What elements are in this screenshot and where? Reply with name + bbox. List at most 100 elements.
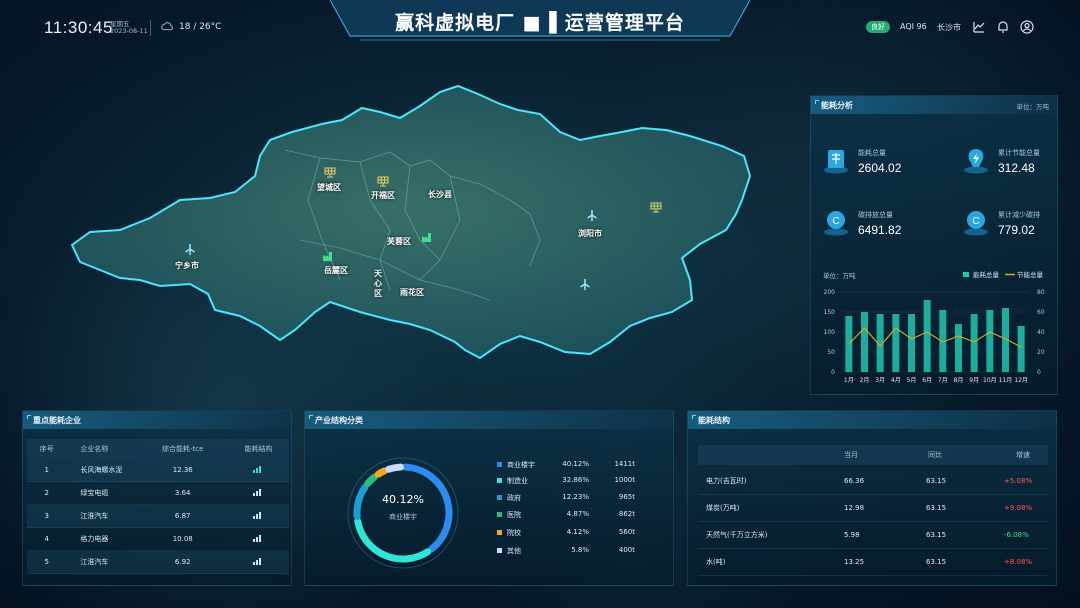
- map-label-tianxin[interactable]: 天心区: [374, 269, 384, 299]
- bar: [845, 316, 853, 372]
- column-header: 综合能耗-tce: [161, 445, 204, 453]
- donut-center-label: 商业楼宇: [389, 513, 417, 521]
- table-row[interactable]: 1 长风海螺水泥 12.36: [27, 459, 289, 482]
- bar-chart-icon[interactable]: [253, 488, 263, 496]
- table-row[interactable]: 5 江淮汽车 6.92: [27, 551, 289, 574]
- map-label-changsha-county[interactable]: 长沙县: [428, 189, 452, 200]
- map-label-liuyang[interactable]: 浏阳市: [578, 228, 602, 239]
- table-row[interactable]: 3 江淮汽车 6.87: [27, 505, 289, 528]
- legend-item[interactable]: 商业楼宇 40.12% 1411t: [497, 459, 647, 471]
- user-icon[interactable]: [1020, 20, 1034, 34]
- table-row[interactable]: 水(吨) 13.25 63.15 +8.08%: [698, 549, 1048, 576]
- bar-chart-icon[interactable]: [253, 511, 263, 519]
- legend-label: 能耗总量: [973, 270, 1000, 279]
- column-header: 企业名称: [80, 445, 109, 453]
- donut-slice[interactable]: [374, 467, 388, 478]
- legend-value: 1411t: [614, 460, 635, 468]
- stat-label: 碳排放总量: [858, 211, 893, 219]
- enterprise-value: 6.87: [174, 512, 191, 520]
- donut-slice[interactable]: [385, 463, 405, 473]
- legend-item[interactable]: 制造业 32.86% 1000t: [497, 475, 647, 487]
- panel-header: 能耗分析 单位：万吨: [811, 96, 1057, 114]
- current-value: 5.98: [844, 531, 860, 539]
- column-header: 序号: [39, 445, 54, 453]
- wind-turbine-icon[interactable]: [183, 242, 197, 256]
- legend-item[interactable]: 政府 12.23% 965t: [497, 492, 647, 504]
- table-row[interactable]: 2 绿宝电缆 3.64: [27, 482, 289, 505]
- bar-chart-icon[interactable]: [253, 465, 263, 473]
- building-icon: [824, 150, 848, 174]
- y-tick-label: 100: [824, 329, 836, 336]
- legend-item[interactable]: 院校 4.12% 560t: [497, 527, 647, 539]
- wind-turbine-icon[interactable]: [578, 277, 592, 291]
- solar-panel-icon[interactable]: [376, 174, 390, 188]
- cloud-sun-icon: [161, 22, 173, 31]
- y2-tick-label: 0: [1037, 369, 1041, 376]
- donut-slice[interactable]: [364, 473, 378, 488]
- bar-chart-icon[interactable]: [253, 534, 263, 542]
- factory-icon[interactable]: [420, 230, 434, 244]
- map-label-kaifu[interactable]: 开福区: [371, 190, 395, 201]
- y2-tick-label: 60: [1037, 309, 1045, 316]
- stat-label: 累计减少碳排: [998, 211, 1040, 219]
- bar: [970, 314, 978, 372]
- donut-slice[interactable]: [401, 463, 453, 553]
- aqi-value: AQI 96: [900, 22, 927, 31]
- row-index: 1: [44, 466, 49, 474]
- solar-panel-icon[interactable]: [649, 200, 663, 214]
- bar-chart-icon[interactable]: [253, 557, 263, 565]
- map-label-wangcheng[interactable]: 望城区: [317, 182, 341, 193]
- bolt-icon: [964, 149, 988, 174]
- donut-center-value: 40.12%: [382, 493, 424, 506]
- table-row[interactable]: 天然气(千万立方米) 5.98 63.15 -6.08%: [698, 522, 1048, 549]
- unit-label: 单位：万吨: [1016, 103, 1050, 111]
- y2-tick-label: 40: [1037, 329, 1045, 336]
- structure-cell: [228, 465, 289, 475]
- legend-item[interactable]: 其他 5.8% 400t: [497, 545, 647, 557]
- legend-name: 院校: [507, 529, 521, 537]
- wind-turbine-icon[interactable]: [585, 208, 599, 222]
- chart-icon[interactable]: [972, 20, 986, 34]
- enterprise-value: 10.08: [172, 535, 193, 543]
- current-value: 12.98: [844, 504, 865, 512]
- legend-name: 医院: [507, 511, 521, 519]
- table-row[interactable]: 煤炭(万吨) 12.98 63.15 +9.08%: [698, 495, 1048, 522]
- region-map[interactable]: [60, 80, 780, 370]
- map-label-ningxiang[interactable]: 宁乡市: [175, 260, 199, 271]
- donut-slice[interactable]: [354, 517, 432, 563]
- legend-swatch: [497, 478, 502, 483]
- column-header: 当月: [844, 451, 858, 459]
- bar: [892, 314, 900, 372]
- x-tick-label: 7月: [938, 377, 948, 384]
- energy-type: 天然气(千万立方米): [706, 531, 768, 539]
- legend-percent: 5.8%: [571, 546, 589, 554]
- divider: [150, 20, 151, 36]
- industry-panel: 产业结构分类 40.12% 商业楼宇 商业楼宇 40.12% 1411t 制造业…: [304, 410, 674, 586]
- bar: [955, 324, 962, 372]
- legend-item[interactable]: 医院 4.87% 862t: [497, 509, 647, 521]
- stat-value: 2604.02: [858, 161, 902, 175]
- panel-header: 重点能耗企业: [23, 411, 291, 429]
- enterprise-value: 3.64: [174, 489, 191, 497]
- map-label-yuelu[interactable]: 岳麓区: [324, 265, 348, 276]
- solar-panel-icon[interactable]: [323, 165, 337, 179]
- energy-structure-panel: 能耗结构 当月 同比 增速 电力(吉瓦时) 66.36 63.15 +5.08%…: [687, 410, 1057, 586]
- legend-percent: 4.87%: [566, 510, 589, 518]
- map-label-yuhua[interactable]: 雨花区: [400, 287, 424, 298]
- bell-icon[interactable]: [996, 20, 1010, 34]
- x-tick-label: 2月: [860, 377, 870, 384]
- map-label-furong[interactable]: 芙蓉区: [387, 236, 411, 247]
- table-row[interactable]: 4 格力电器 10.08: [27, 528, 289, 551]
- current-value: 13.25: [844, 558, 865, 566]
- weather-text: 18 / 26°C: [179, 22, 222, 32]
- legend-name: 制造业: [507, 477, 528, 485]
- factory-icon[interactable]: [321, 249, 335, 263]
- table-row[interactable]: 电力(吉瓦时) 66.36 63.15 +5.08%: [698, 468, 1048, 495]
- energy-chart[interactable]: 单位：万吨 能耗总量 节能总量200 80150 60100 4050 200 01月 2月 3月…: [811, 268, 1059, 394]
- legend-percent: 12.23%: [562, 493, 589, 501]
- enterprise-name: 格力电器: [80, 535, 109, 543]
- enterprise-value: 6.92: [174, 558, 191, 566]
- y-tick-label: 50: [827, 349, 835, 356]
- header: 11:30:45 星期五 2023-08-11 18 / 26°C 赢科虚拟电厂…: [0, 0, 1080, 46]
- stat-value: 6491.82: [858, 223, 902, 237]
